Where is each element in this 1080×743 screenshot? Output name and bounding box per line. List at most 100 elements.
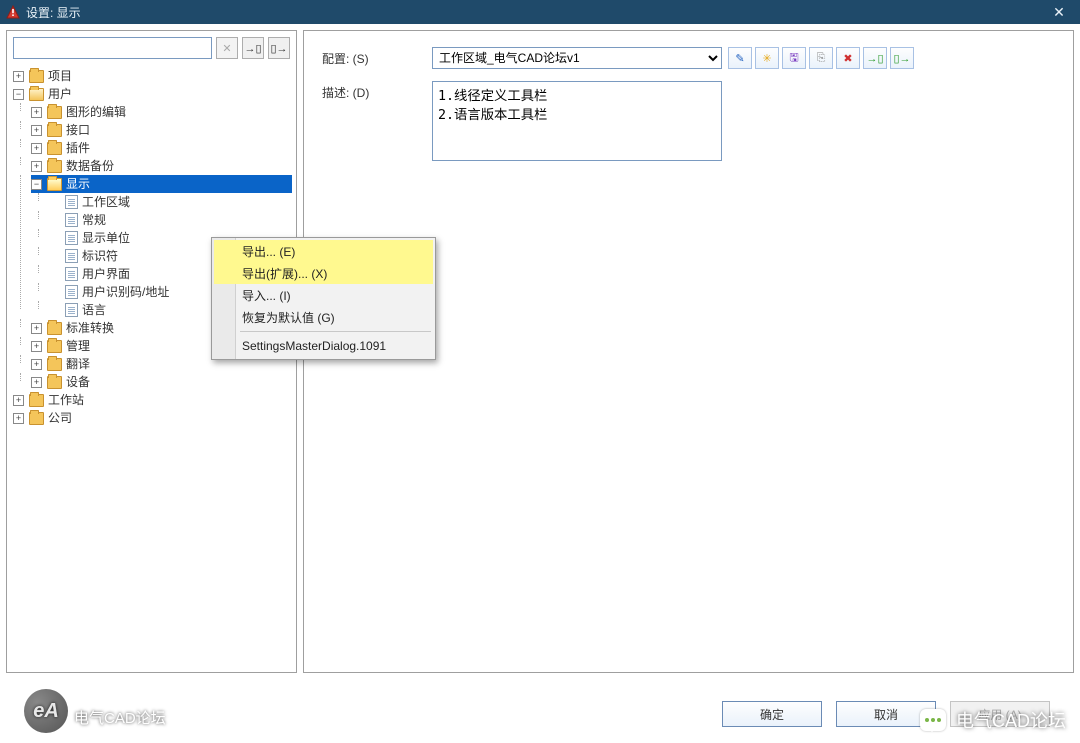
tree-folder[interactable]: + 插件 [31, 139, 292, 157]
expand-toggle[interactable]: − [31, 179, 42, 190]
page-icon [65, 231, 78, 245]
context-menu-item[interactable]: 导入... (I) [214, 284, 433, 306]
folder-icon [29, 88, 44, 101]
tree-label: 图形的编辑 [65, 103, 128, 121]
ok-button[interactable]: 确定 [722, 701, 822, 727]
apply-button[interactable]: 应用 (A) [950, 701, 1050, 727]
clear-search-button[interactable]: ✕ [216, 37, 238, 59]
expand-toggle[interactable]: + [13, 413, 24, 424]
tree-label: 工作区域 [81, 193, 132, 211]
folder-icon [47, 358, 62, 371]
tree-label: 标识符 [81, 247, 120, 265]
import-settings-button[interactable]: →▯ [242, 37, 264, 59]
tree-folder[interactable]: + 数据备份 [31, 157, 292, 175]
tree-folder[interactable]: + 接口 [31, 121, 292, 139]
expand-toggle[interactable]: + [31, 359, 42, 370]
tree-folder[interactable]: + 项目 [13, 67, 292, 85]
new-icon[interactable]: ✳ [755, 47, 779, 69]
folder-icon [47, 322, 62, 335]
tree-label: 数据备份 [65, 157, 116, 175]
tree-label: 翻译 [65, 355, 92, 373]
tree-folder[interactable]: − 显示 [31, 175, 292, 193]
folder-icon [47, 124, 62, 137]
save-icon[interactable]: 🖫 [782, 47, 806, 69]
close-button[interactable]: ✕ [1038, 0, 1080, 24]
folder-icon [47, 160, 62, 173]
context-menu[interactable]: 导出... (E)导出(扩展)... (X)导入... (I)恢复为默认值 (G… [211, 237, 436, 360]
expand-toggle[interactable]: + [31, 341, 42, 352]
search-input[interactable] [13, 37, 212, 59]
tree-folder[interactable]: + 图形的编辑 [31, 103, 292, 121]
expand-toggle[interactable]: − [13, 89, 24, 100]
tree-label: 接口 [65, 121, 92, 139]
tree-label: 标准转换 [65, 319, 116, 337]
dialog-body: ✕ →▯ ▯→ + 项目 − 用户 + 图形的编辑 + 接口 + 插件 + 数据备份 − 显示工作区域常规… [0, 24, 1080, 679]
tree-label: 项目 [47, 67, 74, 85]
window-title: 设置: 显示 [26, 4, 81, 21]
context-menu-item[interactable]: 导出(扩展)... (X) [214, 262, 433, 284]
tree-label: 用户界面 [81, 265, 132, 283]
tree-item[interactable]: 常规 [49, 211, 292, 229]
folder-icon [47, 178, 62, 191]
page-icon [65, 267, 78, 281]
import-icon[interactable]: →▯ [863, 47, 887, 69]
search-row: ✕ →▯ ▯→ [7, 31, 296, 65]
expand-toggle[interactable]: + [31, 125, 42, 136]
folder-icon [29, 412, 44, 425]
description-label: 描述: (D) [322, 81, 432, 101]
titlebar: 设置: 显示 ✕ [0, 0, 1080, 24]
tree-label: 常规 [81, 211, 108, 229]
page-icon [65, 285, 78, 299]
delete-icon[interactable]: ✖ [836, 47, 860, 69]
tree-label: 显示 [65, 175, 92, 193]
tree-label: 管理 [65, 337, 92, 355]
expand-toggle[interactable]: + [31, 377, 42, 388]
config-row: 配置: (S) 工作区域_电气CAD论坛v1 ✎ ✳ 🖫 ⎘ ✖ →▯ ▯→ [322, 47, 1055, 69]
settings-tree[interactable]: +项目−用户+图形的编辑+接口+插件+数据备份−显示工作区域常规显示单位标识符用… [7, 65, 296, 672]
folder-icon [47, 376, 62, 389]
config-select[interactable]: 工作区域_电气CAD论坛v1 [432, 47, 722, 69]
export-settings-button[interactable]: ▯→ [268, 37, 290, 59]
tree-label: 公司 [47, 409, 74, 427]
tree-folder[interactable]: + 设备 [31, 373, 292, 391]
tree-label: 用户 [47, 85, 74, 103]
tree-label: 语言 [81, 301, 108, 319]
context-menu-item[interactable]: SettingsMasterDialog.1091 [214, 335, 433, 357]
export-icon[interactable]: ▯→ [890, 47, 914, 69]
tree-label: 插件 [65, 139, 92, 157]
expand-toggle[interactable]: + [31, 107, 42, 118]
expand-toggle[interactable]: + [13, 395, 24, 406]
edit-icon[interactable]: ✎ [728, 47, 752, 69]
expand-toggle[interactable]: + [31, 161, 42, 172]
context-menu-separator [240, 331, 431, 332]
tree-item[interactable]: 工作区域 [49, 193, 292, 211]
config-label: 配置: (S) [322, 47, 432, 67]
page-icon [65, 195, 78, 209]
description-row: 描述: (D) [322, 81, 1055, 161]
cancel-button[interactable]: 取消 [836, 701, 936, 727]
tree-label: 用户识别码/地址 [81, 283, 171, 301]
tree-label: 设备 [65, 373, 92, 391]
expand-toggle[interactable]: + [31, 323, 42, 334]
page-icon [65, 249, 78, 263]
expand-toggle[interactable]: + [13, 71, 24, 82]
tree-folder[interactable]: + 公司 [13, 409, 292, 427]
tree-folder[interactable]: +工作站 [13, 391, 292, 409]
folder-icon [47, 340, 62, 353]
copy-icon[interactable]: ⎘ [809, 47, 833, 69]
page-icon [65, 303, 78, 317]
context-menu-item[interactable]: 导出... (E) [214, 240, 433, 262]
dialog-footer: 确定 取消 应用 (A) [0, 685, 1080, 743]
tree-folder[interactable]: − 用户 [13, 85, 292, 103]
folder-icon [47, 142, 62, 155]
app-icon [6, 5, 20, 19]
folder-icon [29, 70, 44, 83]
description-textarea[interactable] [432, 81, 722, 161]
page-icon [65, 213, 78, 227]
config-toolbar: ✎ ✳ 🖫 ⎘ ✖ →▯ ▯→ [728, 47, 914, 69]
tree-label: 显示单位 [81, 229, 132, 247]
expand-toggle[interactable]: + [31, 143, 42, 154]
context-menu-item[interactable]: 恢复为默认值 (G) [214, 306, 433, 328]
folder-icon [29, 394, 44, 407]
folder-icon [47, 106, 62, 119]
